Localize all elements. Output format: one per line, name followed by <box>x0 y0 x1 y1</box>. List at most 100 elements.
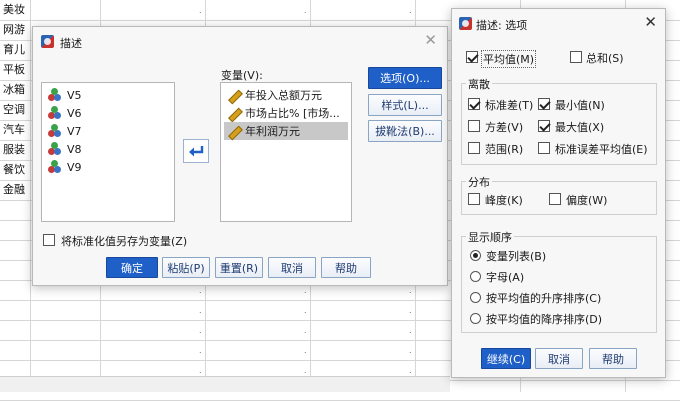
distribution-group-title: 分布 <box>466 174 492 190</box>
options-dialog: 描述: 选项 ✕ 平均值(M) 总和(S) 离散 标准差(T) 最小值(N) 方… <box>451 8 666 378</box>
cell-marker: . <box>304 286 307 295</box>
spss-app-icon <box>41 35 54 48</box>
variable-item-v6[interactable]: V6 <box>48 104 82 122</box>
row-category-cell[interactable]: 冰箱 <box>3 80 25 100</box>
row-category-cell[interactable]: 金融 <box>3 180 25 200</box>
spss-app-icon <box>459 17 472 30</box>
ascending-means-label: 按平均值的升序排序(C) <box>486 292 602 305</box>
variable-item-v7[interactable]: V7 <box>48 122 82 140</box>
row-category-cell[interactable]: 汽车 <box>3 120 25 140</box>
reset-button[interactable]: 重置(R) <box>215 257 263 278</box>
se-mean-checkbox[interactable] <box>538 142 550 154</box>
alphabetic-radio[interactable] <box>470 271 481 282</box>
cell-marker: . <box>409 366 412 375</box>
row-category-cell[interactable]: 美妆 <box>3 0 25 20</box>
options-cancel-button[interactable]: 取消 <box>535 348 583 369</box>
scale-variable-icon <box>48 106 62 120</box>
sum-checkbox[interactable] <box>570 51 582 63</box>
cell-marker: . <box>409 326 412 335</box>
skewness-label: 偏度(W) <box>566 194 608 207</box>
cell-marker: . <box>304 366 307 375</box>
scale-variable-icon <box>48 124 62 138</box>
ok-button[interactable]: 确定 <box>106 257 158 278</box>
variable-item-v8[interactable]: V8 <box>48 140 82 158</box>
display-order-group-title: 显示顺序 <box>466 229 514 245</box>
options-help-button[interactable]: 帮助 <box>589 348 637 369</box>
source-variable-list[interactable]: V5 V6 V7 V8 V9 <box>41 82 175 222</box>
dispersion-group-title: 离散 <box>466 76 492 92</box>
variable-name: V7 <box>67 124 82 138</box>
variable-name: 年投入总额万元 <box>245 89 322 102</box>
arrow-left-icon <box>189 146 204 157</box>
variance-checkbox[interactable] <box>468 120 480 132</box>
kurtosis-label: 峰度(K) <box>485 194 523 207</box>
cell-marker: . <box>199 286 202 295</box>
row-category-cell[interactable]: 平板 <box>3 60 25 80</box>
move-variable-button[interactable] <box>183 139 209 163</box>
row-category-cell[interactable]: 网游 <box>3 20 25 40</box>
scale-variable-icon <box>48 88 62 102</box>
save-standardized-label: 将标准化值另存为变量(Z) <box>61 235 188 248</box>
save-standardized-checkbox[interactable] <box>43 234 55 246</box>
variance-label: 方差(V) <box>485 121 524 134</box>
skewness-checkbox[interactable] <box>549 193 561 205</box>
close-icon[interactable]: ✕ <box>424 33 437 48</box>
range-checkbox[interactable] <box>468 142 480 154</box>
cell-marker: . <box>199 306 202 315</box>
mean-checkbox[interactable] <box>466 51 478 63</box>
cell-marker: . <box>199 326 202 335</box>
maximum-checkbox[interactable] <box>538 120 550 132</box>
descending-means-radio[interactable] <box>470 313 481 324</box>
se-mean-label: 标准误差平均值(E) <box>555 143 648 156</box>
options-title-bar[interactable]: 描述: 选项 ✕ <box>452 9 665 35</box>
target-variable-item[interactable]: 年投入总额万元 <box>227 86 322 104</box>
row-category-cell[interactable]: 育儿 <box>3 40 25 60</box>
options-button[interactable]: 选项(O)... <box>368 67 442 89</box>
describe-title: 描述 <box>60 37 82 50</box>
minimum-checkbox[interactable] <box>538 98 550 110</box>
bootstrap-button[interactable]: 拔靴法(B)... <box>368 120 442 142</box>
ruler-icon <box>227 107 240 120</box>
cell-marker: . <box>304 346 307 355</box>
cell-marker: . <box>409 346 412 355</box>
row-category-cell[interactable]: 服装 <box>3 140 25 160</box>
variable-item-v9[interactable]: V9 <box>48 158 82 176</box>
target-variable-list[interactable]: 年投入总额万元 市场占比% [市场... 年利润万元 <box>220 82 352 222</box>
cancel-button[interactable]: 取消 <box>268 257 316 278</box>
variable-name: V9 <box>67 160 82 174</box>
minimum-label: 最小值(N) <box>555 99 605 112</box>
variables-label: 变量(V): <box>221 69 263 82</box>
ruler-icon <box>227 125 240 138</box>
target-variable-item[interactable]: 市场占比% [市场... <box>227 104 340 122</box>
range-label: 范围(R) <box>485 143 524 156</box>
scale-variable-icon <box>48 160 62 174</box>
sum-label: 总和(S) <box>586 52 624 65</box>
variable-name: 市场占比% [市场... <box>245 107 340 120</box>
std-dev-checkbox[interactable] <box>468 98 480 110</box>
cell-marker: . <box>304 6 307 15</box>
cell-marker: . <box>199 346 202 355</box>
variable-list-radio[interactable] <box>470 250 481 261</box>
variable-item-v5[interactable]: V5 <box>48 86 82 104</box>
std-dev-label: 标准差(T) <box>485 99 534 112</box>
continue-button[interactable]: 继续(C) <box>481 348 531 369</box>
style-button[interactable]: 样式(L)... <box>368 94 442 116</box>
grid-column-line <box>30 0 31 392</box>
describe-dialog: 描述 ✕ V5 V6 V7 V8 V9 变量(V): 年投入总额万元 市场占比%… <box>32 26 448 286</box>
cell-marker: . <box>409 6 412 15</box>
help-button[interactable]: 帮助 <box>321 257 371 278</box>
row-category-cell[interactable]: 餐饮 <box>3 160 25 180</box>
describe-title-bar[interactable]: 描述 ✕ <box>33 27 447 53</box>
row-category-cell[interactable]: 空调 <box>3 100 25 120</box>
ruler-icon <box>227 89 240 102</box>
horizontal-scrollbar[interactable] <box>0 376 450 392</box>
cell-marker: . <box>199 6 202 15</box>
cell-marker: . <box>199 366 202 375</box>
paste-button[interactable]: 粘贴(P) <box>162 257 210 278</box>
close-icon[interactable]: ✕ <box>644 15 657 30</box>
ascending-means-radio[interactable] <box>470 292 481 303</box>
target-variable-item-selected[interactable]: 年利润万元 <box>227 122 300 140</box>
cell-marker: . <box>304 306 307 315</box>
descending-means-label: 按平均值的降序排序(D) <box>486 313 603 326</box>
kurtosis-checkbox[interactable] <box>468 193 480 205</box>
